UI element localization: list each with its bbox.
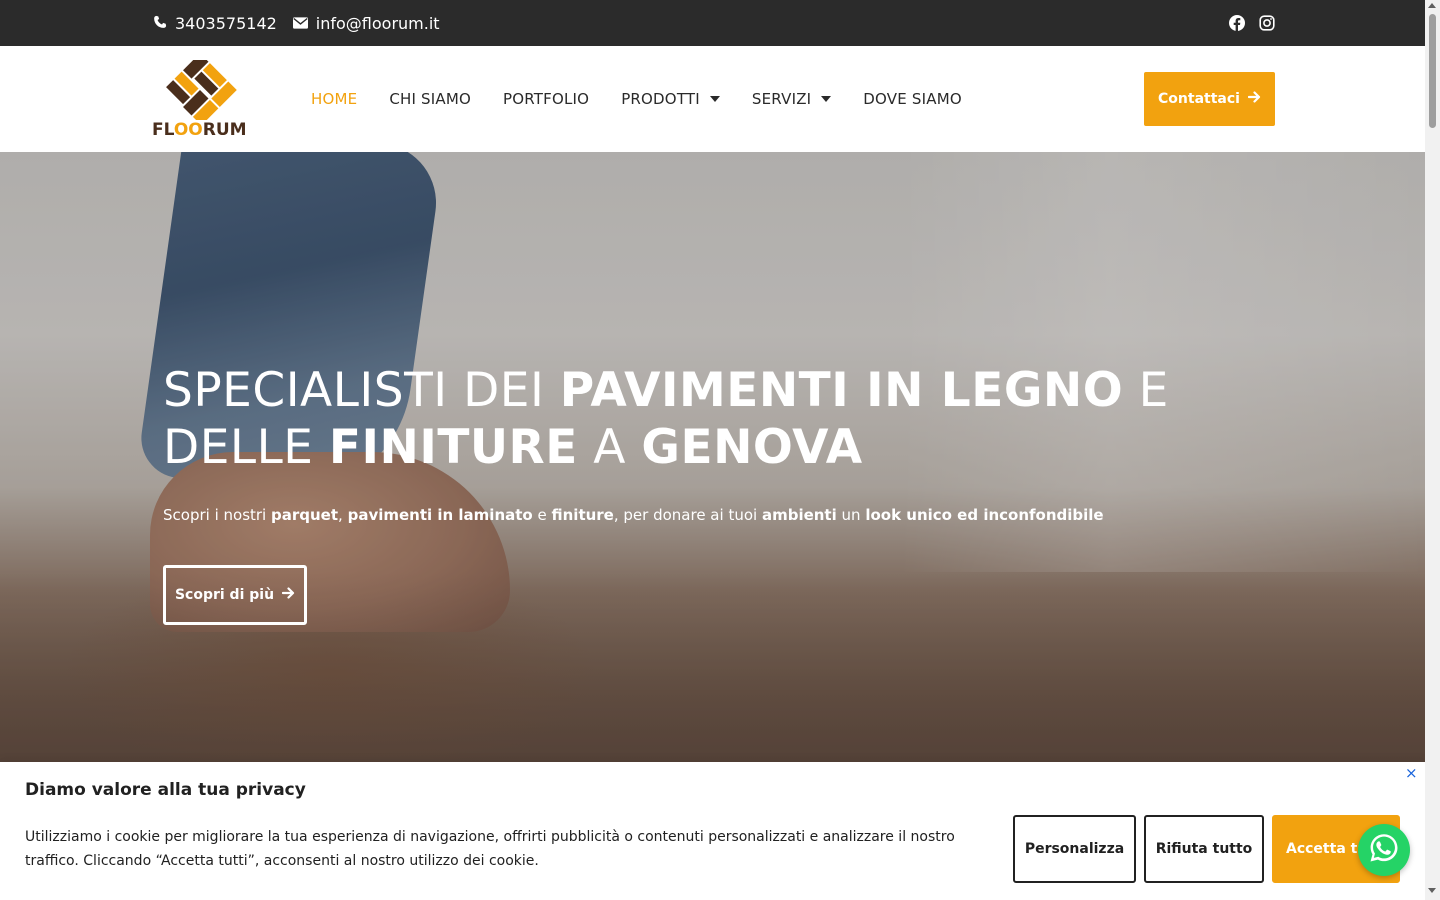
page-scrollbar[interactable]	[1425, 0, 1440, 900]
nav-item-servizi[interactable]: SERVIZI	[752, 90, 832, 108]
cookie-banner: × Diamo valore alla tua privacy Utilizzi…	[0, 762, 1425, 900]
phone-number: 3403575142	[175, 13, 277, 33]
contact-info: 3403575142 info@floorum.it	[153, 0, 440, 46]
caret-down-icon	[709, 96, 720, 102]
arrow-right-icon	[1247, 91, 1261, 107]
discover-more-button[interactable]: Scopri di più	[163, 565, 307, 625]
email-link[interactable]: info@floorum.it	[292, 13, 440, 33]
phone-icon	[153, 14, 167, 33]
nav-item-home[interactable]: HOME	[311, 90, 357, 108]
social-links	[1229, 0, 1275, 46]
cookie-title: Diamo valore alla tua privacy	[25, 780, 306, 800]
scroll-up-icon[interactable]	[1428, 3, 1436, 8]
logo-mark	[166, 53, 237, 126]
scroll-down-icon[interactable]	[1428, 888, 1436, 893]
nav-item-prodotti[interactable]: PRODOTTI	[621, 90, 720, 108]
hero-section: SPECIALISTI DEI PAVIMENTI IN LEGNO E DEL…	[0, 152, 1425, 762]
close-icon[interactable]: ×	[1405, 764, 1418, 782]
phone-link[interactable]: 3403575142	[153, 14, 277, 33]
logo-wordmark: FLOORUM	[152, 120, 247, 140]
facebook-icon[interactable]	[1229, 15, 1245, 31]
envelope-icon	[292, 14, 308, 33]
email-address: info@floorum.it	[315, 13, 440, 33]
hero-subtitle: Scopri i nostri parquet, pavimenti in la…	[163, 506, 1104, 524]
reject-all-button[interactable]: Rifiuta tutto	[1144, 815, 1264, 883]
customize-button[interactable]: Personalizza	[1013, 815, 1136, 883]
cookie-text: Utilizziamo i cookie per migliorare la t…	[25, 829, 955, 869]
whatsapp-icon	[1367, 831, 1401, 869]
site-header: FLOORUM HOME CHI SIAMO PORTFOLIO PRODOTT…	[0, 46, 1425, 152]
contact-button[interactable]: Contattaci	[1144, 72, 1275, 126]
nav-item-dove-siamo[interactable]: DOVE SIAMO	[863, 90, 962, 108]
main-nav: HOME CHI SIAMO PORTFOLIO PRODOTTI SERVIZ…	[311, 46, 994, 152]
whatsapp-button[interactable]	[1358, 824, 1410, 876]
nav-item-portfolio[interactable]: PORTFOLIO	[503, 90, 589, 108]
nav-item-chi-siamo[interactable]: CHI SIAMO	[389, 90, 471, 108]
hero-title: SPECIALISTI DEI PAVIMENTI IN LEGNO E DEL…	[163, 363, 1169, 475]
caret-down-icon	[821, 96, 832, 102]
arrow-right-icon	[281, 587, 295, 603]
top-bar: 3403575142 info@floorum.it	[0, 0, 1425, 46]
instagram-icon[interactable]	[1259, 15, 1275, 31]
scrollbar-thumb[interactable]	[1429, 14, 1436, 128]
floorum-logo[interactable]: FLOORUM	[152, 53, 248, 140]
